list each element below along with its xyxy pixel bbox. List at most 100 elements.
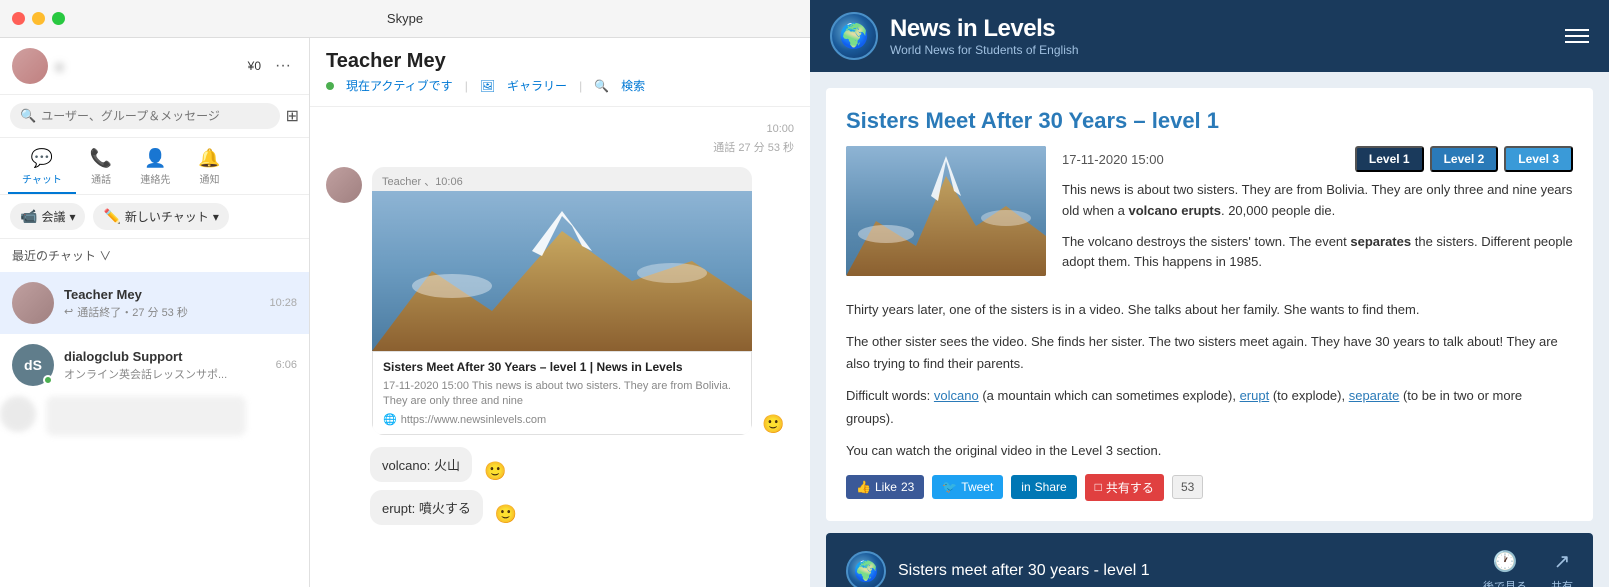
link-card-title: Sisters Meet After 30 Years – level 1 | … xyxy=(383,360,741,376)
video-left: 🌍 Sisters meet after 30 years - level 1 xyxy=(846,551,1150,587)
message-row: Teacher 、10:06 xyxy=(326,167,794,435)
article-body: Thirty years later, one of the sisters i… xyxy=(846,299,1573,375)
profile-yen: ¥0 xyxy=(248,59,261,73)
message-timestamp: 10:00 xyxy=(326,123,794,135)
article-title: Sisters Meet After 30 Years – level 1 xyxy=(846,108,1573,134)
emoji-reaction-button-3[interactable]: 🙂 xyxy=(495,504,517,525)
blurred-chat-item xyxy=(0,396,309,436)
news-nav: 🌍 News in Levels World News for Students… xyxy=(810,0,1609,72)
vocab-erupt-def: (to explode), xyxy=(1273,388,1349,403)
emoji-reaction-button[interactable]: 🙂 xyxy=(762,414,784,435)
dialogclub-avatar: dS xyxy=(12,344,54,386)
tab-calls[interactable]: 📞 通話 xyxy=(76,142,126,194)
chat-contact-name: Teacher Mey xyxy=(326,50,794,73)
chat-header-meta: 現在アクティブです | 🖼 ギャラリー | 🔍 検索 xyxy=(326,77,794,94)
chat-item-dialogclub[interactable]: dS dialogclub Support オンライン英会話レッスンサポ... … xyxy=(0,334,309,396)
share-icon: □ xyxy=(1095,480,1102,494)
article-watch-line: You can watch the original video in the … xyxy=(846,440,1573,462)
search-wrap[interactable]: 🔍 xyxy=(10,103,280,129)
emoji-reaction-button-2[interactable]: 🙂 xyxy=(484,461,506,482)
recent-header[interactable]: 最近のチャット ∨ xyxy=(0,239,309,272)
article-intro-p1-end: . 20,000 people die. xyxy=(1221,203,1335,218)
close-button[interactable] xyxy=(12,12,25,25)
chat-name: dialogclub Support xyxy=(64,349,266,364)
ham-line-3 xyxy=(1565,41,1589,43)
vocab-separate-link[interactable]: separate xyxy=(1349,388,1400,403)
link-card[interactable]: Sisters Meet After 30 Years – level 1 | … xyxy=(372,351,752,435)
tweet-label: Tweet xyxy=(961,480,993,494)
blurred-avatar xyxy=(0,396,36,432)
linkedin-share-button[interactable]: in Share xyxy=(1011,475,1076,499)
search-input[interactable] xyxy=(41,109,269,123)
video-share-button[interactable]: ↗ 共有 xyxy=(1551,549,1573,587)
minimize-button[interactable] xyxy=(32,12,45,25)
vocab-volcano-link[interactable]: volcano xyxy=(934,388,979,403)
nav-tabs: 💬 チャット 📞 通話 👤 連絡先 🔔 通知 xyxy=(0,138,309,195)
vocab-erupt-link[interactable]: erupt xyxy=(1240,388,1270,403)
chat-list: Teacher Mey ↩ 通話終了・27 分 53 秒 10:28 dS xyxy=(0,272,309,587)
text-message-volcano: volcano: 火山 xyxy=(370,447,472,482)
chevron-down-icon: ▾ xyxy=(69,210,75,224)
chat-time: 10:28 xyxy=(269,297,297,309)
tab-chat[interactable]: 💬 チャット xyxy=(8,142,76,194)
text-row-volcano: volcano: 火山 🙂 xyxy=(326,447,794,482)
news-brand: News in Levels World News for Students o… xyxy=(890,15,1079,57)
tab-contacts[interactable]: 👤 連絡先 xyxy=(126,142,184,194)
grid-icon[interactable]: ⊞ xyxy=(286,106,299,126)
level-2-badge[interactable]: Level 2 xyxy=(1430,146,1499,172)
text-row-erupt: erupt: 噴火する 🙂 xyxy=(326,490,794,525)
tab-notifications-label: 通知 xyxy=(200,171,220,186)
profile-name: e xyxy=(56,59,240,74)
ham-line-1 xyxy=(1565,29,1589,31)
article-card: Sisters Meet After 30 Years – level 1 xyxy=(826,88,1593,521)
avatar-image xyxy=(12,48,48,84)
more-button[interactable]: ··· xyxy=(269,52,297,80)
edit-icon: ✏️ xyxy=(103,208,120,225)
tab-chat-label: チャット xyxy=(22,171,62,186)
news-side: 🌍 News in Levels World News for Students… xyxy=(810,0,1609,587)
tweet-button[interactable]: 🐦 Tweet xyxy=(932,475,1003,499)
globe-icon-large: 🌍 xyxy=(830,12,878,60)
video-card: 🌍 Sisters meet after 30 years - level 1 … xyxy=(826,533,1593,587)
chat-preview: オンライン英会話レッスンサポ... xyxy=(64,366,266,382)
gallery-label[interactable]: ギャラリー xyxy=(507,77,567,94)
meeting-button[interactable]: 📹 会議 ▾ xyxy=(10,203,85,230)
article-meta-row: 17-11-2020 15:00 Level 1 Level 2 Level 3… xyxy=(846,146,1573,283)
tab-notifications[interactable]: 🔔 通知 xyxy=(184,142,234,194)
message-sender: Teacher 、10:06 xyxy=(372,167,752,191)
video-actions: 🕐 後で見る ↗ 共有 xyxy=(1483,549,1573,587)
chat-item-teacher-mey[interactable]: Teacher Mey ↩ 通話終了・27 分 53 秒 10:28 xyxy=(0,272,309,334)
search-label[interactable]: 検索 xyxy=(621,77,645,94)
link-icon: ↩ xyxy=(64,305,73,318)
tab-contacts-label: 連絡先 xyxy=(140,171,170,186)
article-bold-2: separates xyxy=(1350,234,1411,249)
article-meta-right: 17-11-2020 15:00 Level 1 Level 2 Level 3… xyxy=(1062,146,1573,283)
thumbs-up-icon: 👍 xyxy=(856,480,871,494)
like-count: 23 xyxy=(901,480,914,494)
news-brand-title[interactable]: News in Levels xyxy=(890,15,1079,43)
like-button[interactable]: 👍 Like 23 xyxy=(846,475,924,499)
maximize-button[interactable] xyxy=(52,12,65,25)
message-image xyxy=(372,191,752,351)
share-icon-video: ↗ xyxy=(1554,549,1571,574)
watch-later-button[interactable]: 🕐 後で見る xyxy=(1483,549,1527,587)
share-row: 👍 Like 23 🐦 Tweet in Share □ 共有する 53 xyxy=(846,474,1573,501)
online-indicator xyxy=(43,375,53,385)
call-info: 通話 27 分 53 秒 xyxy=(326,139,794,155)
article-image xyxy=(846,146,1046,276)
active-status: 現在アクティブです xyxy=(346,77,453,94)
avatar-image xyxy=(12,282,54,324)
chat-icon: 💬 xyxy=(31,148,53,169)
level-1-badge[interactable]: Level 1 xyxy=(1355,146,1424,172)
hamburger-menu[interactable] xyxy=(1565,29,1589,43)
window-title: Skype xyxy=(387,11,423,26)
level-3-badge[interactable]: Level 3 xyxy=(1504,146,1573,172)
new-chat-button[interactable]: ✏️ 新しいチャット ▾ xyxy=(93,203,228,230)
vocab-line: Difficult words: volcano (a mountain whi… xyxy=(846,385,1573,429)
ham-line-2 xyxy=(1565,35,1589,37)
article-para2-start: The volcano destroys the sisters' town. … xyxy=(1062,234,1350,249)
bell-icon: 🔔 xyxy=(198,148,220,169)
search-icon-chat: 🔍 xyxy=(594,79,609,93)
kyoyu-button[interactable]: □ 共有する xyxy=(1085,474,1164,501)
title-bar: Skype xyxy=(0,0,810,38)
